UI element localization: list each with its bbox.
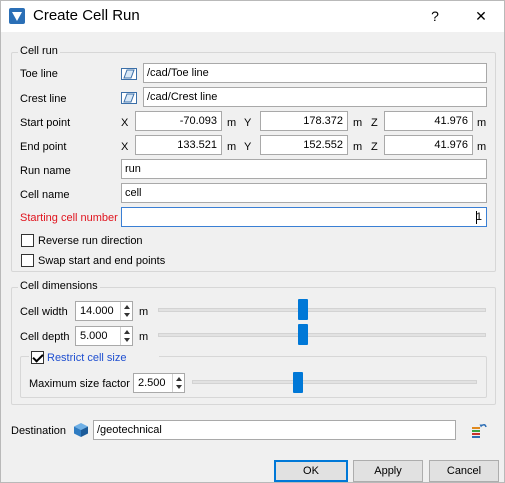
text-cursor: [476, 211, 477, 224]
restrict-cell-size-checkbox[interactable]: [31, 351, 44, 364]
end-x-label: X: [121, 141, 129, 153]
cell-run-group-label: Cell run: [18, 45, 60, 57]
cell-depth-slider-thumb[interactable]: [298, 324, 308, 345]
end-y-unit: m: [353, 141, 363, 153]
title-bar: Create Cell Run ? ✕: [1, 1, 504, 32]
start-y-unit: m: [353, 117, 363, 129]
spin-arrows[interactable]: [120, 302, 132, 320]
start-y-label: Y: [244, 117, 252, 129]
start-z-field[interactable]: 41.976: [384, 111, 473, 131]
cell-depth-value: 5.000: [80, 330, 108, 342]
browse-layers-icon[interactable]: [470, 421, 488, 439]
start-x-unit: m: [227, 117, 237, 129]
start-z-unit: m: [477, 117, 487, 129]
cell-name-field[interactable]: cell: [121, 183, 487, 203]
cancel-button[interactable]: Cancel: [429, 460, 499, 482]
cell-depth-slider-track[interactable]: [158, 333, 486, 337]
spin-down-icon[interactable]: [124, 313, 130, 317]
end-z-field[interactable]: 41.976: [384, 135, 473, 155]
ok-button[interactable]: OK: [274, 460, 348, 482]
starting-cell-number-field[interactable]: 1: [121, 207, 487, 227]
window-title: Create Cell Run: [33, 7, 140, 24]
cell-width-spinbox[interactable]: 14.000: [75, 301, 133, 321]
max-size-factor-label: Maximum size factor: [29, 378, 130, 390]
apply-button[interactable]: Apply: [353, 460, 423, 482]
destination-label: Destination: [11, 425, 67, 437]
spin-up-icon[interactable]: [176, 377, 182, 381]
cell-width-slider-thumb[interactable]: [298, 299, 308, 320]
cell-depth-spinbox[interactable]: 5.000: [75, 326, 133, 346]
end-z-label: Z: [371, 141, 378, 153]
cell-width-slider-track[interactable]: [158, 308, 486, 312]
end-x-field[interactable]: 133.521: [135, 135, 222, 155]
spin-arrows[interactable]: [172, 374, 184, 392]
swap-points-checkbox[interactable]: [21, 254, 34, 267]
start-x-label: X: [121, 117, 129, 129]
start-z-label: Z: [371, 117, 378, 129]
crest-line-field[interactable]: /cad/Crest line: [143, 87, 487, 107]
start-x-field[interactable]: -70.093: [135, 111, 222, 131]
close-button[interactable]: ✕: [458, 1, 504, 32]
spin-up-icon[interactable]: [124, 305, 130, 309]
end-z-unit: m: [477, 141, 487, 153]
starting-cell-number-label: Starting cell number: [20, 212, 118, 224]
pick-line-icon[interactable]: [121, 66, 137, 82]
cell-width-value: 14.000: [80, 305, 114, 317]
destination-field[interactable]: /geotechnical: [93, 420, 456, 440]
start-y-field[interactable]: 178.372: [260, 111, 348, 131]
run-name-label: Run name: [20, 165, 71, 177]
cell-dimensions-group-label: Cell dimensions: [18, 280, 100, 292]
end-point-label: End point: [20, 141, 67, 153]
max-size-factor-value: 2.500: [138, 377, 166, 389]
start-point-label: Start point: [20, 117, 71, 129]
reverse-run-checkbox[interactable]: [21, 234, 34, 247]
app-logo-icon: [9, 8, 25, 24]
end-y-field[interactable]: 152.552: [260, 135, 348, 155]
reverse-run-label: Reverse run direction: [38, 235, 143, 247]
run-name-field[interactable]: run: [121, 159, 487, 179]
cell-name-label: Cell name: [20, 189, 70, 201]
spin-down-icon[interactable]: [176, 385, 182, 389]
cube-icon[interactable]: [73, 422, 89, 438]
cell-width-unit: m: [139, 306, 149, 318]
cell-width-label: Cell width: [20, 306, 68, 318]
help-button[interactable]: ?: [412, 1, 458, 32]
cell-depth-label: Cell depth: [20, 331, 70, 343]
toe-line-field[interactable]: /cad/Toe line: [143, 63, 487, 83]
spin-up-icon[interactable]: [124, 330, 130, 334]
restrict-cell-size-label: Restrict cell size: [47, 352, 127, 364]
cell-depth-unit: m: [139, 331, 149, 343]
max-size-factor-slider-thumb[interactable]: [293, 372, 303, 393]
swap-points-label: Swap start and end points: [38, 255, 166, 267]
spin-down-icon[interactable]: [124, 338, 130, 342]
crest-line-label: Crest line: [20, 93, 67, 105]
end-x-unit: m: [227, 141, 237, 153]
max-size-factor-spinbox[interactable]: 2.500: [133, 373, 185, 393]
dialog-window: Create Cell Run ? ✕ Cell run Toe line /c…: [0, 0, 505, 483]
toe-line-label: Toe line: [20, 68, 58, 80]
spin-arrows[interactable]: [120, 327, 132, 345]
pick-line-icon[interactable]: [121, 90, 137, 106]
end-y-label: Y: [244, 141, 252, 153]
max-size-factor-slider-track[interactable]: [192, 380, 477, 384]
